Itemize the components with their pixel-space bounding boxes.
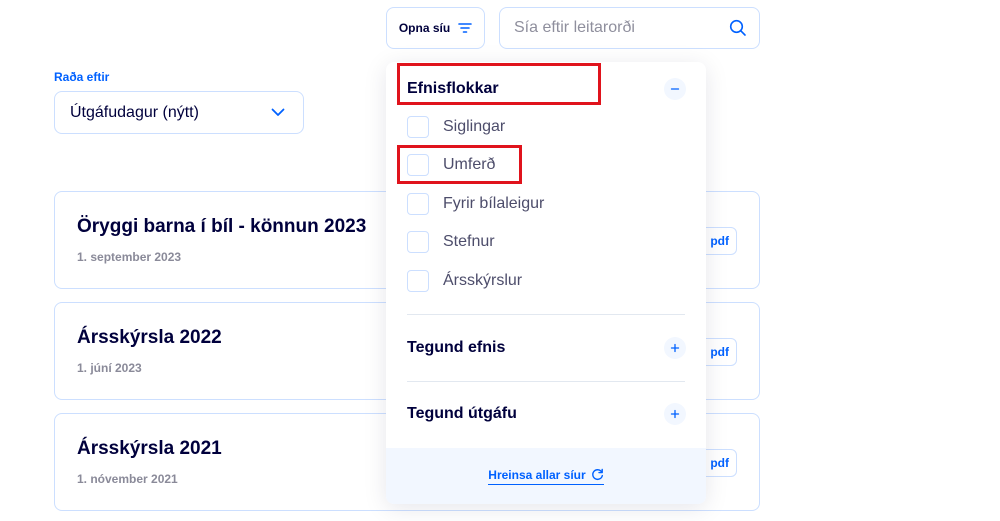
- open-filter-button[interactable]: Opna síu: [386, 7, 485, 49]
- filter-option-label: Siglingar: [443, 118, 506, 135]
- expand-icon[interactable]: [664, 403, 686, 425]
- sort-label: Raða eftir: [54, 70, 110, 84]
- filter-option-label: Stefnur: [443, 233, 495, 250]
- publication-date: 1. september 2023: [77, 250, 182, 264]
- checkbox[interactable]: [407, 231, 429, 253]
- checkbox[interactable]: [407, 193, 429, 215]
- chevron-down-icon: [271, 108, 285, 116]
- filter-group-tegund-efnis[interactable]: Tegund efnis: [407, 335, 686, 361]
- filter-panel: Efnisflokkar Siglingar Umferð Fyrir bíla…: [386, 62, 706, 504]
- filter-group-tegund-utgafu[interactable]: Tegund útgáfu: [407, 401, 686, 427]
- filter-option-umferd[interactable]: Umferð: [407, 154, 495, 176]
- checkbox[interactable]: [407, 154, 429, 176]
- publication-title[interactable]: Ársskýrsla 2022: [77, 327, 222, 349]
- filter-panel-footer: Hreinsa allar síur: [386, 448, 706, 504]
- clear-all-filters-button[interactable]: Hreinsa allar síur: [488, 467, 604, 485]
- filter-option-fyrir-bilaleigur[interactable]: Fyrir bílaleigur: [407, 193, 544, 215]
- filter-group-title: Tegund efnis: [407, 339, 506, 356]
- divider: [407, 314, 685, 315]
- filter-group-efnisflokkar[interactable]: Efnisflokkar: [407, 76, 686, 102]
- filter-option-arsskyrslur[interactable]: Ársskýrslur: [407, 270, 522, 292]
- filter-group-title: Tegund útgáfu: [407, 405, 517, 422]
- filter-icon: [458, 23, 472, 33]
- divider: [407, 381, 685, 382]
- filter-option-label: Ársskýrslur: [443, 272, 523, 289]
- sort-select[interactable]: Útgáfudagur (nýtt): [54, 91, 304, 134]
- checkbox[interactable]: [407, 270, 429, 292]
- expand-icon[interactable]: [664, 337, 686, 359]
- clear-all-filters-label: Hreinsa allar síur: [488, 467, 586, 482]
- filter-button-label: Opna síu: [398, 21, 451, 35]
- filter-group-title: Efnisflokkar: [407, 80, 499, 97]
- filter-option-label: Fyrir bílaleigur: [443, 195, 545, 212]
- checkbox[interactable]: [407, 116, 429, 138]
- filter-option-siglingar[interactable]: Siglingar: [407, 116, 505, 138]
- publication-date: 1. nóvember 2021: [77, 472, 178, 486]
- publication-title[interactable]: Ársskýrsla 2021: [77, 438, 222, 460]
- sort-selected-value: Útgáfudagur (nýtt): [70, 103, 199, 121]
- refresh-icon: [591, 468, 603, 481]
- collapse-icon[interactable]: [664, 78, 686, 100]
- publication-date: 1. júní 2023: [77, 361, 142, 375]
- filter-option-label: Umferð: [443, 156, 496, 173]
- search-input[interactable]: [514, 19, 729, 37]
- publication-title[interactable]: Öryggi barna í bíl - könnun 2023: [77, 216, 366, 238]
- search-box: [499, 7, 760, 49]
- search-icon[interactable]: [729, 19, 747, 37]
- filter-option-stefnur[interactable]: Stefnur: [407, 231, 495, 253]
